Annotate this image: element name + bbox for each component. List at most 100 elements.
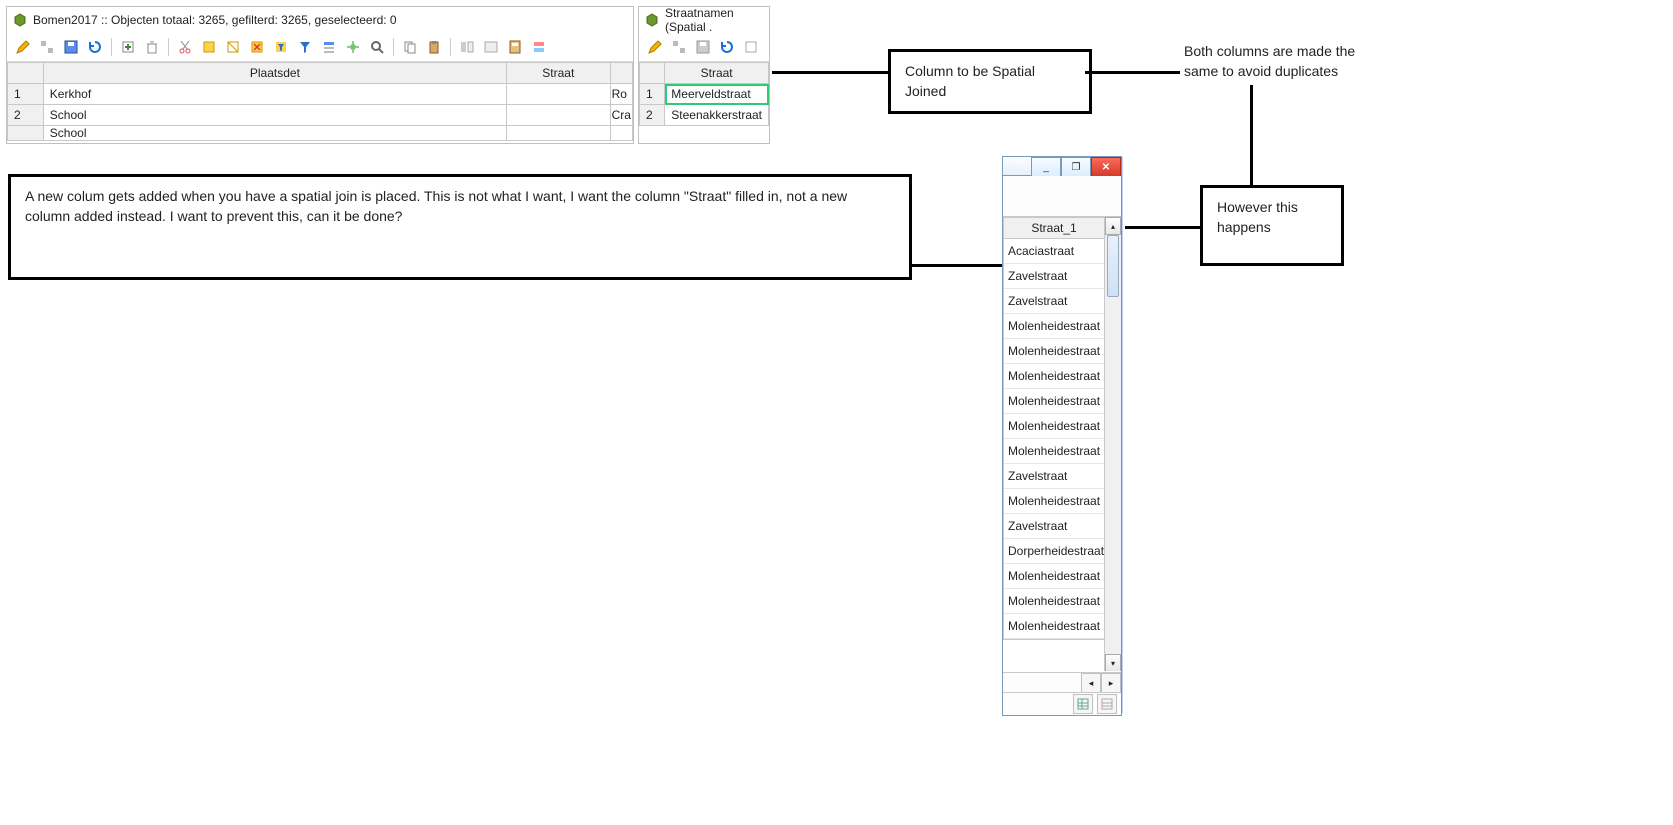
bomen-table[interactable]: Plaatsdet Straat 1 Kerkhof Ro 2 School C… <box>7 62 633 141</box>
cell-extra[interactable]: Ro <box>610 84 632 105</box>
paste-icon[interactable] <box>424 37 444 57</box>
selectall-icon[interactable] <box>199 37 219 57</box>
connector-line <box>1125 226 1200 229</box>
annotation-problem: A new colum gets added when you have a s… <box>8 174 912 280</box>
movetop-icon[interactable] <box>319 37 339 57</box>
cell-plaatsdet[interactable]: Kerkhof <box>43 84 506 105</box>
cell-extra[interactable]: Cra <box>610 105 632 126</box>
table-cell[interactable]: Molenheidestraat <box>1004 439 1104 464</box>
result-column[interactable]: Straat_1 Acaciastraat Zavelstraat Zavels… <box>1003 217 1105 640</box>
cell-straat[interactable]: Meerveldstraat <box>665 84 769 105</box>
cell-straat[interactable]: Steenakkerstraat <box>665 105 769 126</box>
table-cell[interactable]: Zavelstraat <box>1004 514 1104 539</box>
cell-straat[interactable] <box>507 84 611 105</box>
rownum-cell[interactable]: 1 <box>8 84 44 105</box>
cut-icon[interactable] <box>175 37 195 57</box>
toolbar-separator <box>111 38 112 56</box>
table-row[interactable]: 1 Meerveldstraat <box>640 84 769 105</box>
table-cell[interactable]: Molenheidestraat <box>1004 339 1104 364</box>
connector-line <box>910 264 1002 267</box>
table-cell[interactable]: Molenheidestraat <box>1004 614 1104 639</box>
straatnamen-table[interactable]: Straat 1 Meerveldstraat 2 Steenakkerstra… <box>639 62 769 126</box>
annotation-text: A new colum gets added when you have a s… <box>25 188 847 224</box>
calculator-icon[interactable] <box>505 37 525 57</box>
multiedit-icon[interactable] <box>669 37 689 57</box>
reload-icon[interactable] <box>717 37 737 57</box>
column-straat[interactable]: Straat <box>665 63 769 84</box>
column-straat1[interactable]: Straat_1 <box>1004 218 1104 239</box>
zoom-icon[interactable] <box>367 37 387 57</box>
cell-extra[interactable] <box>610 126 632 141</box>
scrollbar-thumb[interactable] <box>1107 235 1119 297</box>
rownum-cell[interactable]: 2 <box>8 105 44 126</box>
vertical-scrollbar[interactable]: ▴ ▾ <box>1104 217 1121 671</box>
cell-plaatsdet[interactable]: School <box>43 105 506 126</box>
deselect-icon[interactable] <box>247 37 267 57</box>
column-extra[interactable] <box>610 63 632 84</box>
form-view-icon[interactable] <box>1097 694 1117 714</box>
table-cell[interactable]: Zavelstraat <box>1004 264 1104 289</box>
cell-straat[interactable] <box>507 105 611 126</box>
connector-line <box>772 71 888 74</box>
filter-icon[interactable] <box>295 37 315 57</box>
table-cell[interactable]: Molenheidestraat <box>1004 564 1104 589</box>
table-cell[interactable]: Molenheidestraat <box>1004 364 1104 389</box>
rownum-cell[interactable]: 1 <box>640 84 665 105</box>
addrow-icon[interactable] <box>118 37 138 57</box>
table-row[interactable]: 2 School Cra <box>8 105 633 126</box>
save-icon[interactable] <box>693 37 713 57</box>
pencil-icon[interactable] <box>13 37 33 57</box>
scroll-up-icon[interactable]: ▴ <box>1105 217 1121 235</box>
form-hidden-icon[interactable] <box>481 37 501 57</box>
table-cell[interactable]: Zavelstraat <box>1004 289 1104 314</box>
close-button[interactable]: ✕ <box>1091 157 1121 177</box>
table-cell[interactable]: Molenheidestraat <box>1004 414 1104 439</box>
annotation-column-join: Column to be Spatial Joined <box>888 49 1092 114</box>
copy-icon[interactable] <box>400 37 420 57</box>
save-icon[interactable] <box>61 37 81 57</box>
invert-icon[interactable] <box>223 37 243 57</box>
bomen-titlebar[interactable]: Bomen2017 :: Objecten totaal: 3265, gefi… <box>7 7 633 33</box>
multiedit-icon[interactable] <box>37 37 57 57</box>
delete-icon[interactable] <box>142 37 162 57</box>
cell-plaatsdet[interactable]: School <box>43 126 506 141</box>
qgis-icon <box>645 13 659 27</box>
table-cell[interactable]: Molenheidestraat <box>1004 589 1104 614</box>
cell-straat[interactable] <box>507 126 611 141</box>
table-cell[interactable]: Zavelstraat <box>1004 464 1104 489</box>
table-cell[interactable]: Dorperheidestraat <box>1004 539 1104 564</box>
column-straat[interactable]: Straat <box>507 63 611 84</box>
rownum-header[interactable] <box>8 63 44 84</box>
rownum-header[interactable] <box>640 63 665 84</box>
table-view-icon[interactable] <box>1073 694 1093 714</box>
reload-icon[interactable] <box>85 37 105 57</box>
scroll-left-icon[interactable]: ◂ <box>1081 673 1101 693</box>
table-cell[interactable]: Molenheidestraat <box>1004 389 1104 414</box>
qgis-icon <box>13 13 27 27</box>
table-cell[interactable]: Molenheidestraat <box>1004 489 1104 514</box>
hscroll-row: ◂ ▸ <box>1003 672 1121 693</box>
table-row[interactable]: School <box>8 126 633 141</box>
result-body: Straat_1 Acaciastraat Zavelstraat Zavels… <box>1003 176 1121 671</box>
rownum-cell[interactable] <box>8 126 44 141</box>
maximize-button[interactable]: ❐ <box>1061 157 1091 177</box>
annotation-text: However this happens <box>1217 199 1298 235</box>
scroll-right-icon[interactable]: ▸ <box>1101 673 1121 693</box>
straatnamen-titlebar[interactable]: Straatnamen (Spatial . <box>639 7 769 33</box>
table-row[interactable]: 1 Kerkhof Ro <box>8 84 633 105</box>
scroll-down-icon[interactable]: ▾ <box>1105 654 1121 671</box>
form-icon[interactable] <box>457 37 477 57</box>
conditional-icon[interactable] <box>529 37 549 57</box>
column-plaatsdet[interactable]: Plaatsdet <box>43 63 506 84</box>
table-cell[interactable]: Molenheidestraat <box>1004 314 1104 339</box>
straatnamen-title: Straatnamen (Spatial . <box>665 6 763 34</box>
addrow-icon[interactable] <box>741 37 761 57</box>
pan-icon[interactable] <box>343 37 363 57</box>
table-cell[interactable]: Acaciastraat <box>1004 239 1104 264</box>
pencil-icon[interactable] <box>645 37 665 57</box>
rownum-cell[interactable]: 2 <box>640 105 665 126</box>
minimize-button[interactable]: _ <box>1031 157 1061 177</box>
filter-selection-icon[interactable] <box>271 37 291 57</box>
result-titlebar[interactable]: _ ❐ ✕ <box>1003 157 1121 176</box>
table-row[interactable]: 2 Steenakkerstraat <box>640 105 769 126</box>
